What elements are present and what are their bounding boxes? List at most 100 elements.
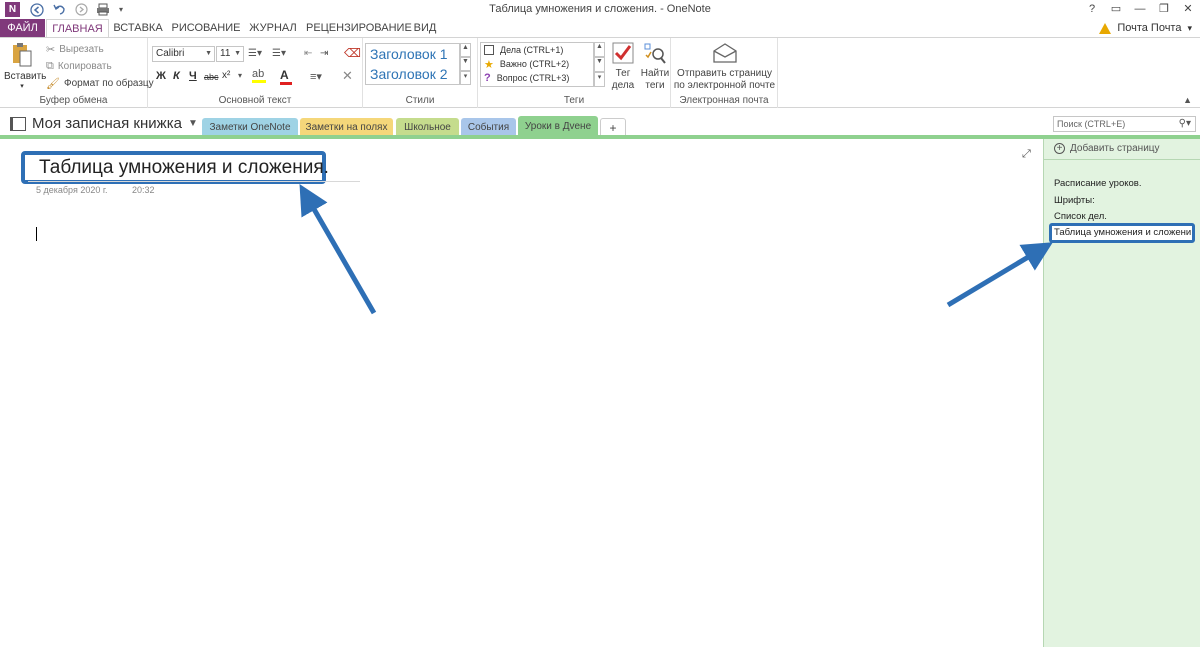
page-list-pane: + Добавить страницу Расписание уроков. Ш… [1043,139,1200,647]
strikethrough-button[interactable]: abc [204,72,219,82]
page-time: 20:32 [132,185,155,195]
notebook-icon [10,116,26,131]
tab-file[interactable]: ФАЙЛ [0,19,45,37]
paste-icon [13,43,32,67]
warning-icon [1099,22,1112,34]
ribbon: Вставить ▾ ✂ Вырезать ⧉ Копировать 🖌 Фор… [0,37,1200,108]
font-size-value: 11 [220,48,231,59]
tag-todo-label: Дела (CTRL+1) [500,45,564,55]
format-painter-label: Формат по образцу [63,78,154,89]
page-date: 5 декабря 2020 г. [36,185,108,195]
copy-label: Копировать [57,61,112,72]
decrease-indent-icon[interactable]: ⇤ [304,48,312,59]
font-color-icon[interactable]: A [280,68,292,85]
email-group: Отправить страницу по электронной почте … [671,38,778,108]
cut-button[interactable]: ✂ Вырезать [46,43,104,56]
styles-scroll-down-icon[interactable]: ▼ [460,57,471,71]
paintbrush-icon: 🖌 [46,78,60,90]
delete-icon[interactable]: ✕ [342,68,353,84]
tag-question[interactable]: ? Вопрос (CTRL+3) [481,71,593,85]
add-page-button[interactable]: + Добавить страницу [1054,143,1160,154]
notebook-bar: Моя записная книжка ▼ Заметки OneNote За… [0,108,1200,138]
add-page-label: Добавить страницу [1070,143,1160,154]
page-list-item[interactable]: Список дел. [1054,211,1107,222]
todo-tag-button[interactable]: Тег дела [610,42,636,92]
tab-insert[interactable]: ВСТАВКА [112,19,164,37]
underline-button[interactable]: Ч [189,70,197,82]
tab-review[interactable]: РЕЦЕНЗИРОВАНИЕ [306,19,412,37]
find-tags-button[interactable]: Найти теги [640,42,670,92]
find-tags-icon [644,43,666,64]
styles-more-icon[interactable]: ▾ [460,71,471,85]
expand-icon[interactable]: ⤢ [1022,148,1031,161]
basic-text-group: Calibri ▼ 11 ▼ ☰▾ ☰▾ ⇤ ⇥ ⌫ Ж К Ч abc x² ▾ … [148,38,363,108]
clear-formatting-icon[interactable]: ⌫ [344,46,361,60]
tag-important-label: Важно (CTRL+2) [499,59,570,69]
copy-button[interactable]: ⧉ Копировать [46,60,112,73]
ribbon-display-button[interactable]: ▭ [1104,0,1128,19]
tags-more-icon[interactable]: ▾ [594,72,605,87]
notebook-name: Моя записная книжка [32,115,182,132]
copy-icon: ⧉ [46,60,54,72]
chevron-down-icon: ▼ [205,50,212,57]
help-button[interactable]: ? [1080,0,1104,19]
cut-label: Вырезать [59,44,104,55]
tag-todo[interactable]: Дела (CTRL+1) [481,43,593,57]
tab-view[interactable]: ВИД [410,19,440,37]
italic-button[interactable]: К [173,70,180,82]
basic-text-group-label: Основной текст [218,95,292,106]
tags-gallery[interactable]: Дела (CTRL+1) ★ Важно (CTRL+2) ? Вопрос … [480,42,594,87]
notebook-picker[interactable]: Моя записная книжка ▼ [10,115,198,132]
align-icon[interactable]: ≡▾ [310,70,322,83]
page-canvas[interactable]: Таблица умножения и сложения. 5 декабря … [0,139,1043,647]
highlight-icon[interactable]: ab [252,68,266,83]
email-page-button[interactable]: Отправить страницу по электронной почте [673,42,776,92]
close-button[interactable]: ✕ [1176,0,1200,19]
todo-tag-label: Тег дела [611,68,635,91]
format-painter-button[interactable]: 🖌 Формат по образцу [46,77,154,90]
tags-scroll-up-icon[interactable]: ▲ [594,42,605,57]
search-input[interactable]: Поиск (CTRL+E) ⚲▾ [1053,116,1196,132]
tag-important[interactable]: ★ Важно (CTRL+2) [481,57,593,71]
styles-scroll-up-icon[interactable]: ▲ [460,43,471,57]
styles-gallery[interactable]: Заголовок 1 Заголовок 2 [365,43,460,85]
collapse-ribbon-icon[interactable]: ▲ [1183,95,1192,105]
text-cursor [36,227,37,241]
page-list-item-selected[interactable]: Таблица умножения и сложени [1049,223,1195,243]
style-heading-1[interactable]: Заголовок 1 [366,44,459,64]
tab-history[interactable]: ЖУРНАЛ [248,19,298,37]
question-icon: ? [484,72,491,84]
title-highlight-box: Таблица умножения и сложения. [21,151,329,184]
chevron-down-icon: ▼ [234,50,241,57]
superscript-button[interactable]: x² [222,70,230,81]
envelope-icon [712,43,737,63]
email-page-label: Отправить страницу по электронной почте [673,68,776,91]
tags-scroll-down-icon[interactable]: ▼ [594,57,605,72]
page-list-item[interactable]: Шрифты: [1054,195,1095,206]
minimize-button[interactable]: — [1128,0,1152,19]
bullets-icon[interactable]: ☰▾ [248,48,262,59]
bold-button[interactable]: Ж [156,70,166,82]
chevron-down-icon: ▾ [1187,22,1192,33]
find-tags-label: Найти теги [640,68,670,91]
chevron-down-icon[interactable]: ▾ [238,71,242,80]
checkmark-icon [612,42,634,64]
restore-button[interactable]: ❐ [1152,0,1176,19]
page-title[interactable]: Таблица умножения и сложения. [39,157,329,179]
increase-indent-icon[interactable]: ⇥ [320,48,328,59]
tab-draw[interactable]: РИСОВАНИЕ [170,19,242,37]
style-heading-2[interactable]: Заголовок 2 [366,64,459,84]
account-menu[interactable]: Почта Почта ▾ [1099,19,1200,37]
page-list-item[interactable]: Расписание уроков. [1054,178,1141,189]
tab-home[interactable]: ГЛАВНАЯ [46,19,109,38]
ribbon-tabs: ФАЙЛ ГЛАВНАЯ ВСТАВКА РИСОВАНИЕ ЖУРНАЛ РЕ… [0,19,1200,38]
section-tab-lessons[interactable]: Уроки в Дvене [518,116,598,137]
font-name-value: Calibri [156,48,185,59]
paste-button[interactable]: Вставить ▾ [4,42,46,90]
checkbox-icon [484,45,494,55]
numbering-icon[interactable]: ☰▾ [272,48,286,59]
font-name-combo[interactable]: Calibri ▼ [152,46,215,62]
star-icon: ★ [484,58,494,71]
font-size-combo[interactable]: 11 ▼ [216,46,244,62]
title-bar: N ▾ Таблица умножения и сложения. - OneN… [0,0,1200,19]
